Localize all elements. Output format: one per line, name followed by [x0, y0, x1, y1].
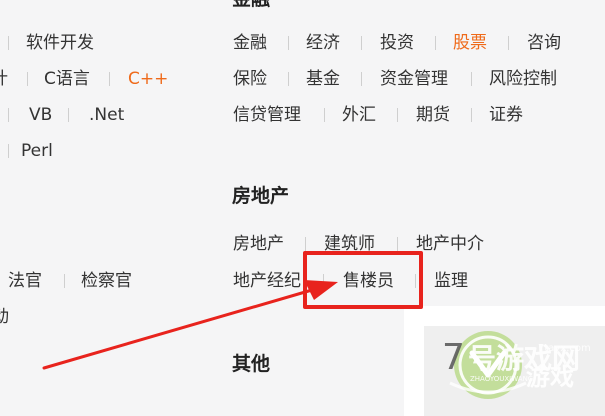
- category-credit-management[interactable]: 信贷管理: [233, 103, 301, 127]
- category-real-estate-agency[interactable]: 地产中介: [416, 232, 484, 256]
- separator: [288, 36, 289, 50]
- category-software-dev[interactable]: 软件开发: [26, 31, 94, 55]
- svg-text:7: 7: [442, 337, 465, 378]
- category-cropped-left[interactable]: 计: [0, 67, 8, 91]
- category-insurance[interactable]: 保险: [233, 67, 267, 91]
- category-cropped-bottom[interactable]: 动: [0, 305, 9, 329]
- separator: [324, 108, 325, 122]
- watermark-logo: 7 号游戏网 ZHAOYOUXIWANG 游戏 7tayx.com: [442, 331, 591, 399]
- category-supervisor[interactable]: 监理: [434, 269, 468, 293]
- separator: [508, 36, 509, 50]
- separator: [8, 36, 9, 50]
- separator: [8, 108, 9, 122]
- finance-heading: 金融: [232, 0, 270, 12]
- category-futures[interactable]: 期货: [416, 103, 450, 127]
- category-perl[interactable]: Perl: [21, 139, 53, 163]
- separator: [471, 72, 472, 86]
- category-cpp[interactable]: C++: [128, 67, 168, 91]
- separator: [361, 72, 362, 86]
- separator: [288, 72, 289, 86]
- real-estate-heading: 房地产: [232, 185, 290, 207]
- separator: [27, 72, 28, 86]
- category-finance[interactable]: 金融: [233, 31, 267, 55]
- separator: [8, 144, 9, 158]
- separator: [435, 36, 436, 50]
- separator: [64, 274, 65, 288]
- svg-text:游戏: 游戏: [526, 363, 574, 391]
- other-heading: 其他: [232, 353, 271, 375]
- category-judge[interactable]: 法官: [8, 269, 42, 293]
- category-economy[interactable]: 经济: [306, 31, 340, 55]
- category-stocks[interactable]: 股票: [453, 31, 487, 55]
- separator: [397, 237, 398, 251]
- category-investment[interactable]: 投资: [380, 31, 414, 55]
- category-c-language[interactable]: C语言: [44, 67, 90, 91]
- separator: [109, 72, 110, 86]
- category-asset-management[interactable]: 资金管理: [380, 67, 448, 91]
- category-real-estate[interactable]: 房地产: [233, 232, 284, 256]
- category-forex[interactable]: 外汇: [342, 103, 376, 127]
- separator: [68, 108, 69, 122]
- separator: [397, 108, 398, 122]
- category-fund[interactable]: 基金: [306, 67, 340, 91]
- category-securities[interactable]: 证券: [489, 103, 523, 127]
- svg-text:7tayx.com: 7tayx.com: [538, 343, 591, 354]
- category-consulting[interactable]: 咨询: [527, 31, 561, 55]
- category-real-estate-broker[interactable]: 地产经纪: [233, 269, 301, 293]
- highlight-box: [303, 251, 423, 309]
- category-dotnet[interactable]: .Net: [89, 103, 124, 127]
- separator: [471, 108, 472, 122]
- svg-text:ZHAOYOUXIWANG: ZHAOYOUXIWANG: [470, 375, 533, 383]
- separator: [361, 36, 362, 50]
- separator: [305, 237, 306, 251]
- category-risk-control[interactable]: 风险控制: [489, 67, 557, 91]
- category-vb[interactable]: VB: [29, 103, 52, 127]
- category-prosecutor[interactable]: 检察官: [81, 269, 132, 293]
